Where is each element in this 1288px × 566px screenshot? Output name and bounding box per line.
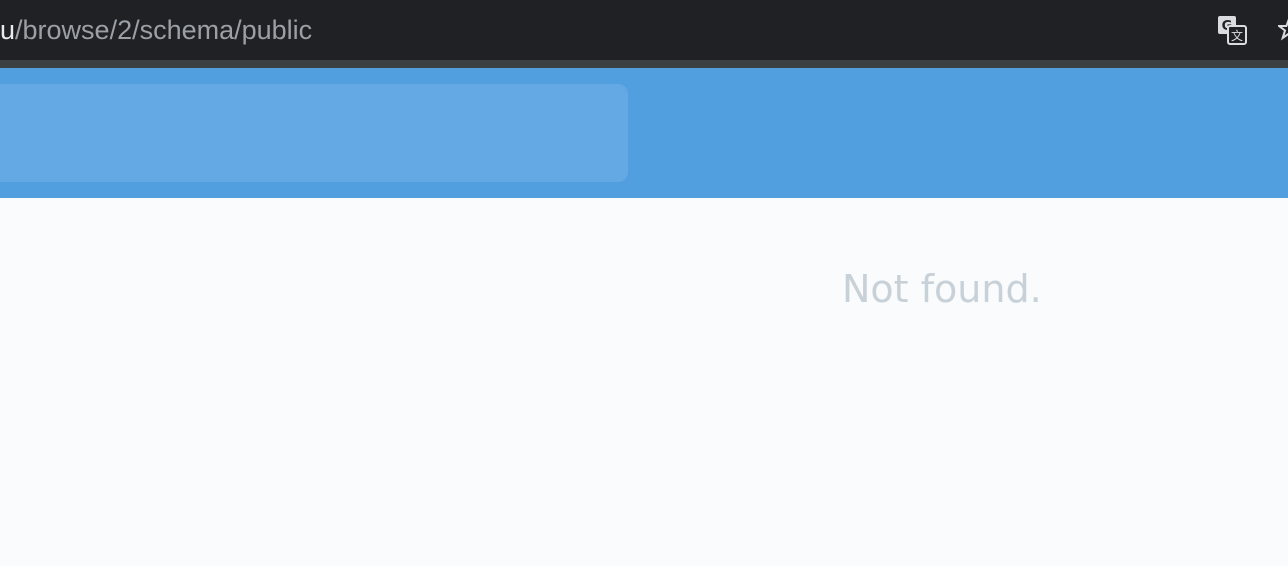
url-host-fragment: u	[0, 15, 16, 45]
not-found-message: Not found.	[842, 267, 1042, 311]
main-content: Not found.	[0, 198, 1288, 566]
browser-toolbar: u/browse/2/schema/public G 文	[0, 0, 1288, 60]
toolbar-divider	[0, 60, 1288, 68]
star-icon[interactable]	[1278, 16, 1288, 42]
app-header	[0, 68, 1288, 198]
url-path: /browse/2/schema/public	[15, 15, 313, 45]
svg-text:文: 文	[1231, 28, 1243, 43]
translate-icon[interactable]: G 文	[1216, 14, 1248, 46]
search-input[interactable]	[0, 84, 628, 182]
address-bar[interactable]: u/browse/2/schema/public	[0, 12, 312, 48]
